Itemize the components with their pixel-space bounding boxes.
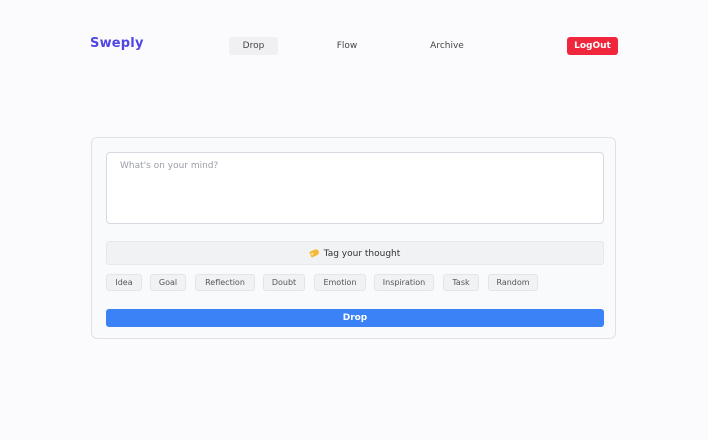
tag-thought-label: Tag your thought: [323, 249, 401, 259]
tag-chip-doubt[interactable]: Doubt: [263, 274, 305, 291]
tag-thought-header: Tag your thought: [106, 241, 604, 265]
label-tag-icon: [308, 248, 320, 258]
tag-chip-goal[interactable]: Goal: [150, 274, 186, 291]
logout-button[interactable]: LogOut: [567, 37, 618, 55]
tag-chip-idea[interactable]: Idea: [106, 274, 142, 291]
tag-chip-emotion[interactable]: Emotion: [314, 274, 366, 291]
tag-chip-task[interactable]: Task: [443, 274, 479, 291]
nav-item-drop[interactable]: Drop: [229, 37, 278, 55]
drop-button[interactable]: Drop: [106, 309, 604, 327]
top-navigation-bar: Sweply Drop Flow Archive LogOut: [0, 0, 708, 90]
tag-chip-inspiration[interactable]: Inspiration: [374, 274, 434, 291]
nav-item-archive[interactable]: Archive: [423, 37, 471, 55]
nav-item-flow[interactable]: Flow: [326, 37, 368, 55]
thought-input[interactable]: [106, 152, 604, 224]
thought-composer-card: Tag your thought Idea Goal Reflection Do…: [91, 137, 616, 339]
tag-chip-reflection[interactable]: Reflection: [195, 274, 255, 291]
tag-chip-random[interactable]: Random: [488, 274, 538, 291]
brand-logo[interactable]: Sweply: [90, 36, 144, 51]
